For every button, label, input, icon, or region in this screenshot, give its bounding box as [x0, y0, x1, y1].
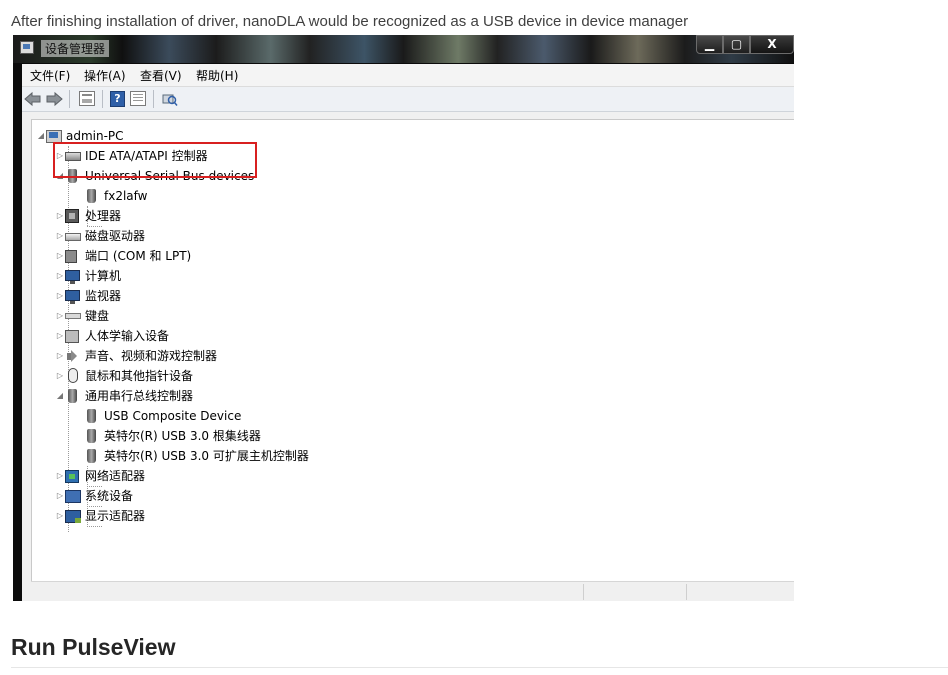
usb-icon	[87, 449, 96, 463]
disk-icon	[65, 233, 81, 241]
menu-help[interactable]: 帮助(H)	[196, 67, 238, 84]
network-icon	[65, 470, 79, 483]
expand-arrow-icon[interactable]: ▷	[55, 326, 65, 346]
properties-sheet-icon[interactable]	[79, 91, 95, 106]
monitor-icon	[65, 290, 80, 304]
page-caption: After finishing installation of driver, …	[11, 13, 689, 30]
section-heading: Run PulseView	[11, 634, 176, 660]
status-cell	[583, 584, 584, 600]
device-manager-window: 设备管理器 ▁ ▢ X 文件(F) 操作(A) 查看(V) 帮助(H) ? ◢ …	[13, 35, 794, 601]
maximize-button[interactable]: ▢	[723, 35, 750, 54]
expand-arrow-icon[interactable]: ▷	[55, 266, 65, 286]
collapse-arrow-icon[interactable]: ◢	[36, 126, 46, 146]
menu-action[interactable]: 操作(A)	[84, 67, 126, 84]
minimize-button[interactable]: ▁	[696, 35, 723, 54]
collapse-arrow-icon[interactable]: ◢	[55, 386, 65, 406]
toolbar-separator	[153, 90, 154, 108]
toolbar-separator	[69, 90, 70, 108]
window-title: 设备管理器	[41, 40, 110, 57]
usb-icon	[87, 409, 96, 423]
expand-arrow-icon[interactable]: ▷	[55, 286, 65, 306]
status-cell	[686, 584, 687, 600]
toolbar-separator	[102, 90, 103, 108]
display-icon	[65, 510, 81, 523]
usb-icon	[68, 389, 77, 403]
mouse-icon	[68, 368, 78, 383]
toolbar: ?	[22, 87, 794, 112]
scan-hardware-icon[interactable]	[161, 91, 178, 107]
expand-arrow-icon[interactable]: ▷	[55, 366, 65, 386]
system-icon	[65, 490, 81, 503]
expand-arrow-icon[interactable]: ▷	[55, 486, 65, 506]
computer-icon	[65, 270, 80, 284]
help-icon[interactable]: ?	[110, 91, 125, 107]
expand-arrow-icon[interactable]: ▷	[55, 346, 65, 366]
view-grid-icon[interactable]	[130, 91, 146, 106]
device-tree: ◢ admin-PC ▷ IDE ATA/ATAPI 控制器 ◢ Univers…	[31, 119, 794, 601]
menu-file[interactable]: 文件(F)	[30, 67, 70, 84]
forward-icon[interactable]	[45, 91, 63, 107]
hid-icon	[65, 330, 79, 343]
keyboard-icon	[65, 313, 81, 319]
expand-arrow-icon[interactable]: ▷	[55, 306, 65, 326]
tree-connector	[87, 526, 102, 527]
device-manager-app-icon	[20, 41, 34, 54]
menu-view[interactable]: 查看(V)	[140, 67, 182, 84]
expand-arrow-icon[interactable]: ▷	[55, 226, 65, 246]
usb-icon	[87, 189, 96, 203]
back-icon[interactable]	[24, 91, 42, 107]
usb-devices-highlight-box	[53, 142, 257, 178]
usb-icon	[87, 429, 96, 443]
expand-arrow-icon[interactable]: ▷	[55, 466, 65, 486]
sound-icon	[65, 350, 77, 363]
heading-divider	[11, 667, 948, 668]
expand-arrow-icon[interactable]: ▷	[55, 246, 65, 266]
cpu-icon	[65, 209, 79, 223]
expand-arrow-icon[interactable]: ▷	[55, 206, 65, 226]
port-icon	[65, 250, 77, 263]
menu-bar: 文件(F) 操作(A) 查看(V) 帮助(H)	[22, 64, 794, 87]
status-bar	[31, 581, 794, 601]
window-titlebar[interactable]: 设备管理器 ▁ ▢ X	[13, 35, 794, 63]
close-button[interactable]: X	[750, 35, 794, 54]
expand-arrow-icon[interactable]: ▷	[55, 506, 65, 526]
